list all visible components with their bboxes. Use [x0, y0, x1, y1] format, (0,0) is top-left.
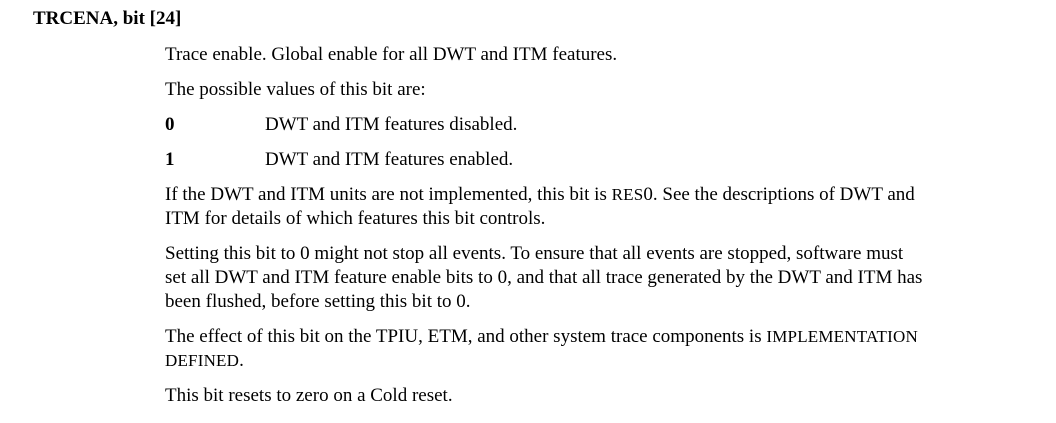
- not-implemented-line-2: ITM for details of which features this b…: [165, 208, 546, 229]
- description-text: Trace enable. Global enable for all DWT …: [165, 44, 618, 65]
- stop-events-line-1: Setting this bit to 0 might not stop all…: [165, 243, 904, 264]
- not-implemented-paragraph: If the DWT and ITM units are not impleme…: [165, 183, 1015, 231]
- text-fragment: If the DWT and ITM units are not impleme…: [165, 184, 612, 205]
- stop-events-paragraph: Setting this bit to 0 might not stop all…: [165, 242, 1015, 314]
- text-fragment: The effect of this bit on the TPIU, ETM,…: [165, 326, 767, 347]
- field-heading: TRCENA, bit [24]: [33, 8, 182, 29]
- effect-line-2: DEFINED.: [165, 349, 1015, 373]
- value-key: 1: [165, 149, 175, 170]
- value-row-0: 0 DWT and ITM features disabled.: [165, 113, 1015, 137]
- effect-paragraph: The effect of this bit on the TPIU, ETM,…: [165, 325, 1015, 373]
- value-description: DWT and ITM features disabled.: [265, 114, 518, 135]
- res0-term: RES: [611, 185, 644, 204]
- reset-text: This bit resets to zero on a Cold reset.: [165, 385, 453, 406]
- defined-term: DEFINED: [165, 351, 240, 370]
- stop-events-line-2: set all DWT and ITM feature enable bits …: [165, 267, 923, 288]
- implementation-term: IMPLEMENTATION: [766, 327, 918, 346]
- field-description-body: Trace enable. Global enable for all DWT …: [165, 43, 1015, 419]
- value-row-1: 1 DWT and ITM features enabled.: [165, 148, 1015, 172]
- stop-events-line-3: been flushed, before setting this bit to…: [165, 291, 471, 312]
- value-description: DWT and ITM features enabled.: [265, 149, 514, 170]
- text-fragment: .: [239, 350, 244, 371]
- effect-line-1: The effect of this bit on the TPIU, ETM,…: [165, 325, 1015, 349]
- value-key: 0: [165, 114, 175, 135]
- values-intro-text: The possible values of this bit are:: [165, 79, 426, 100]
- not-implemented-line-1: If the DWT and ITM units are not impleme…: [165, 183, 1015, 207]
- text-fragment: 0. See the descriptions of DWT and: [643, 184, 915, 205]
